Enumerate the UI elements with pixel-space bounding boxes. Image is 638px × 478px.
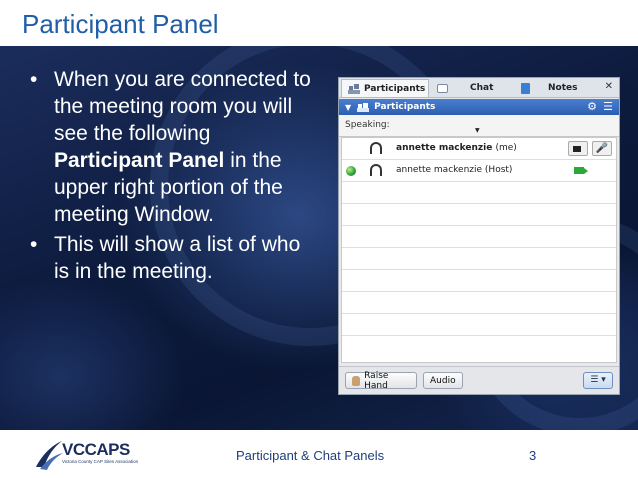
- attendee-role: (me): [495, 143, 517, 153]
- audio-button[interactable]: Audio: [423, 372, 463, 389]
- close-icon[interactable]: ✕: [605, 81, 613, 92]
- gear-icon[interactable]: ⚙: [587, 100, 597, 113]
- tab-label: Notes: [548, 83, 578, 93]
- pod-title: Participants: [374, 102, 436, 112]
- empty-row: [342, 248, 616, 270]
- raise-hand-button[interactable]: Raise Hand: [345, 370, 417, 391]
- tab-label: Chat: [470, 83, 494, 93]
- slide-title: Participant Panel: [22, 9, 219, 39]
- empty-row: [342, 204, 616, 226]
- attendee-role: (Host): [484, 165, 513, 175]
- participant-panel-window: Participants Chat Notes ✕ ▼ Participants…: [338, 77, 620, 395]
- attendee-name-text: annette mackenzie: [396, 165, 483, 175]
- notes-icon: [521, 82, 530, 94]
- slide-title-bar: Participant Panel: [0, 0, 638, 46]
- empty-row: [342, 182, 616, 204]
- audio-label: Audio: [430, 375, 456, 386]
- empty-row: [342, 314, 616, 336]
- bullet-bold-text: Participant Panel: [54, 149, 225, 172]
- panel-footer-bar: Raise Hand Audio ☰ ▾: [339, 366, 619, 394]
- tab-notes[interactable]: Notes: [515, 79, 617, 97]
- status-icon: [346, 166, 356, 176]
- attendee-name: annette mackenzie (me): [396, 143, 517, 153]
- empty-row: [342, 292, 616, 314]
- microphone-button[interactable]: 🎤: [592, 141, 612, 156]
- footer-title: Participant & Chat Panels: [236, 448, 385, 463]
- logo-text: VCCAPS: [62, 440, 130, 459]
- webcam-active-icon: [574, 167, 588, 174]
- bullet-item: When you are connected to the meeting ro…: [28, 66, 318, 228]
- empty-row: [342, 226, 616, 248]
- headset-icon: [370, 142, 382, 154]
- tab-strip: Participants Chat Notes ✕: [339, 78, 619, 98]
- attendee-name-text: annette mackenzie: [396, 143, 493, 153]
- headset-icon: [370, 164, 382, 176]
- tab-label: Participants: [364, 83, 426, 94]
- bullet-list: When you are connected to the meeting ro…: [28, 66, 318, 288]
- attendee-name: annette mackenzie (Host): [396, 165, 512, 175]
- tab-participants[interactable]: Participants: [341, 79, 429, 97]
- bullet-text: When you are connected to the meeting ro…: [54, 68, 311, 145]
- logo-subtitle: Victoria County CAP Sites Association: [62, 459, 139, 464]
- expand-arrow-icon[interactable]: ▼: [475, 127, 480, 134]
- bullet-text: This will show a list of who is in the m…: [54, 233, 301, 283]
- chevron-down-icon[interactable]: ▼: [345, 103, 351, 112]
- speaking-label: Speaking:: [345, 120, 390, 130]
- attendee-list: annette mackenzie (me) 🎤 annette mackenz…: [341, 137, 617, 363]
- vccaps-logo: VCCAPS Victoria County CAP Sites Associa…: [34, 437, 164, 473]
- webcam-button[interactable]: [568, 141, 588, 156]
- bullet-item: This will show a list of who is in the m…: [28, 231, 318, 285]
- people-icon: [348, 83, 360, 94]
- slide-footer: VCCAPS Victoria County CAP Sites Associa…: [0, 430, 638, 478]
- pod-menu-icon[interactable]: ☰: [603, 100, 613, 113]
- swoosh-icon: [36, 441, 63, 470]
- speaking-bar: Speaking: ▼: [339, 115, 619, 137]
- hand-icon: [352, 375, 361, 386]
- participants-pod-header: ▼ Participants ⚙ ☰: [339, 99, 619, 115]
- options-button[interactable]: ☰ ▾: [583, 372, 613, 389]
- chat-icon: [437, 83, 448, 93]
- empty-row: [342, 336, 616, 358]
- raise-hand-label: Raise Hand: [364, 370, 389, 391]
- people-icon: [357, 102, 370, 112]
- page-number: 3: [529, 448, 537, 463]
- attendee-row-host[interactable]: annette mackenzie (Host): [342, 160, 616, 182]
- attendee-row-me[interactable]: annette mackenzie (me) 🎤: [342, 138, 616, 160]
- tab-chat[interactable]: Chat: [431, 79, 511, 97]
- empty-row: [342, 270, 616, 292]
